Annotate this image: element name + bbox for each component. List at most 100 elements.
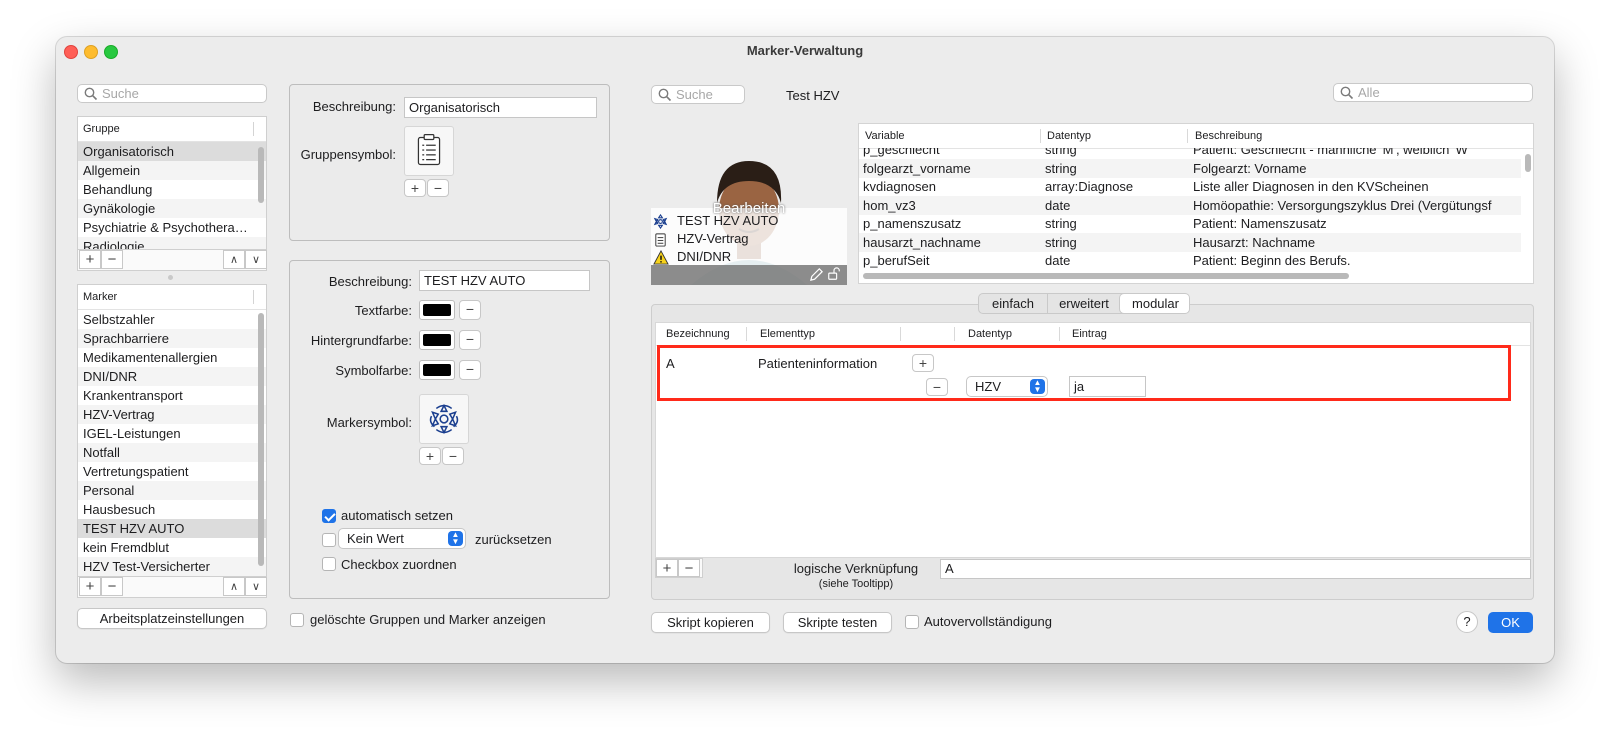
workspace-settings-button[interactable]: Arbeitsplatzeinstellungen (77, 608, 267, 629)
marker-list-item[interactable]: Medikamentenallergien (78, 348, 266, 367)
marker-list-item[interactable]: kein Fremdblut (78, 538, 266, 557)
group-symbol-well[interactable] (404, 126, 454, 176)
clear-symbol-color-button[interactable]: − (459, 360, 481, 380)
marker-list-item[interactable]: Vertretungspatient (78, 462, 266, 481)
variable-row[interactable]: hausarzt_nachname string Hausarzt: Nachnam… (859, 232, 1521, 252)
marker-list[interactable]: Marker Selbstzahler Sprachbarriere Medikam… (77, 284, 267, 577)
remove-marker-button[interactable]: − (101, 577, 123, 596)
variable-row[interactable]: hom_vz3 date Homöopathie: Versorgungszyklu… (859, 195, 1521, 215)
filter-search-input[interactable] (1358, 84, 1526, 101)
background-color-well[interactable] (419, 330, 455, 350)
group-list-scrollbar[interactable] (258, 147, 264, 203)
group-list-item[interactable]: Organisatorisch (78, 142, 266, 161)
column-beschreibung[interactable]: Beschreibung (1195, 130, 1262, 142)
marker-list-item[interactable]: DNI/DNR (78, 367, 266, 386)
variable-row[interactable]: p_geschlecht string Patient: Geschlecht - … (859, 148, 1521, 159)
eintrag-field[interactable]: ja (1069, 376, 1146, 397)
remove-marker-symbol-button[interactable]: − (442, 447, 464, 465)
group-description-field[interactable]: Organisatorisch (404, 97, 597, 118)
variables-horizontal-scrollbar[interactable] (863, 273, 1349, 279)
marker-list-item[interactable]: Hausbesuch (78, 500, 266, 519)
column-datentyp[interactable]: Datentyp (1047, 130, 1091, 142)
group-list-item[interactable]: Gynäkologie (78, 199, 266, 218)
clear-text-color-button[interactable]: − (459, 300, 481, 320)
auto-set-checkbox[interactable] (322, 509, 336, 523)
text-color-well[interactable] (419, 300, 455, 320)
variables-vertical-scrollbar[interactable] (1525, 154, 1531, 172)
variable-row[interactable]: p_berufSeit date Patient: Beginn des Beruf… (859, 251, 1521, 270)
show-deleted-checkbox[interactable] (290, 613, 304, 627)
tab-modular[interactable]: modular (1120, 294, 1189, 313)
unlock-icon[interactable] (827, 267, 841, 281)
marker-symbol-well[interactable] (419, 394, 469, 444)
marker-list-item[interactable]: IGEL-Leistungen (78, 424, 266, 443)
column-eintrag[interactable]: Eintrag (1072, 328, 1107, 340)
move-group-up-button[interactable]: ∧ (223, 250, 245, 269)
variable-search-input[interactable] (676, 86, 738, 103)
variable-search-field[interactable] (651, 85, 745, 104)
datentyp-popup[interactable]: HZV ▲ ▼ (966, 376, 1048, 397)
reset-checkbox[interactable] (322, 533, 336, 547)
marker-list-item[interactable]: Sprachbarriere (78, 329, 266, 348)
clipboard-icon (655, 233, 666, 247)
checkbox-assign-checkbox[interactable] (322, 557, 336, 571)
variable-row[interactable]: p_namenszusatz string Patient: Namenszusat… (859, 214, 1521, 233)
group-list-item[interactable]: Radiologie (78, 237, 266, 249)
remove-group-symbol-button[interactable]: − (427, 179, 449, 197)
highlighted-condition-row[interactable]: A Patienteninformation + − HZV ▲ ▼ ja (657, 345, 1511, 401)
logic-expression-field[interactable]: A (940, 559, 1531, 579)
column-datentyp-modular[interactable]: Datentyp (968, 328, 1012, 340)
column-elementtyp[interactable]: Elementtyp (760, 328, 815, 340)
marker-list-item[interactable]: Selbstzahler (78, 310, 266, 329)
column-bezeichnung[interactable]: Bezeichnung (666, 328, 730, 340)
add-condition-button[interactable]: + (912, 354, 934, 372)
clear-background-color-button[interactable]: − (459, 330, 481, 350)
filter-search-field[interactable] (1333, 83, 1533, 102)
group-list[interactable]: Gruppe Organisatorisch Allgemein Behandlun… (77, 116, 267, 250)
tab-erweitert[interactable]: erweitert (1047, 294, 1120, 313)
group-list-item[interactable]: Psychiatrie & Psychothera… (78, 218, 266, 237)
add-marker-button[interactable]: + (79, 577, 101, 596)
variable-name: p_berufSeit (863, 253, 930, 268)
group-list-item[interactable]: Behandlung (78, 180, 266, 199)
tab-einfach[interactable]: einfach (979, 294, 1047, 313)
group-list-item[interactable]: Allgemein (78, 161, 266, 180)
remove-group-button[interactable]: − (101, 250, 123, 269)
marker-list-scrollbar[interactable] (258, 313, 264, 566)
marker-list-item[interactable]: Notfall (78, 443, 266, 462)
help-button[interactable]: ? (1456, 611, 1478, 633)
marker-list-item[interactable]: HZV-Vertrag (78, 405, 266, 424)
variable-row[interactable]: kvdiagnosen array:Diagnose Liste aller Dia… (859, 177, 1521, 196)
add-marker-symbol-button[interactable]: + (419, 447, 441, 465)
add-row-button[interactable]: + (656, 559, 678, 577)
group-list-header[interactable]: Gruppe (78, 117, 266, 142)
move-marker-up-button[interactable]: ∧ (223, 577, 245, 596)
marker-list-item[interactable]: Personal (78, 481, 266, 500)
move-marker-down-button[interactable]: ∨ (245, 577, 267, 596)
test-scripts-button[interactable]: Skripte testen (783, 612, 892, 633)
marker-description-field[interactable]: TEST HZV AUTO (419, 270, 590, 291)
variables-table[interactable]: Variable Datentyp Beschreibung p_geschle… (858, 123, 1534, 284)
modular-table[interactable]: Bezeichnung Elementtyp Datentyp Eintrag … (655, 322, 1531, 558)
marker-list-item[interactable]: HZV Test-Versicherter (78, 557, 266, 576)
marker-list-item[interactable]: Krankentransport (78, 386, 266, 405)
patient-avatar-card[interactable]: Bearbeiten TEST HZV AUTO HZV-Vertrag DNI… (651, 145, 847, 285)
move-group-down-button[interactable]: ∨ (245, 250, 267, 269)
add-group-button[interactable]: + (79, 250, 101, 269)
ok-button[interactable]: OK (1488, 612, 1533, 633)
remove-row-button[interactable]: − (678, 559, 700, 577)
copy-script-button[interactable]: Skript kopieren (651, 612, 770, 633)
autocomplete-checkbox[interactable] (905, 615, 919, 629)
variable-row[interactable]: folgearzt_vorname string Folgearzt: Vornam… (859, 158, 1521, 178)
group-search-input[interactable] (102, 85, 260, 102)
remove-condition-button[interactable]: − (926, 378, 948, 396)
split-handle[interactable] (168, 275, 173, 280)
pencil-icon[interactable] (809, 267, 824, 282)
marker-list-item[interactable]: TEST HZV AUTO (78, 519, 266, 538)
column-variable[interactable]: Variable (865, 130, 905, 142)
add-group-symbol-button[interactable]: + (404, 179, 426, 197)
group-search-field[interactable] (77, 84, 267, 103)
reset-value-popup[interactable]: Kein Wert ▲ ▼ (338, 528, 466, 549)
marker-list-header[interactable]: Marker (78, 285, 266, 310)
symbol-color-well[interactable] (419, 360, 455, 380)
